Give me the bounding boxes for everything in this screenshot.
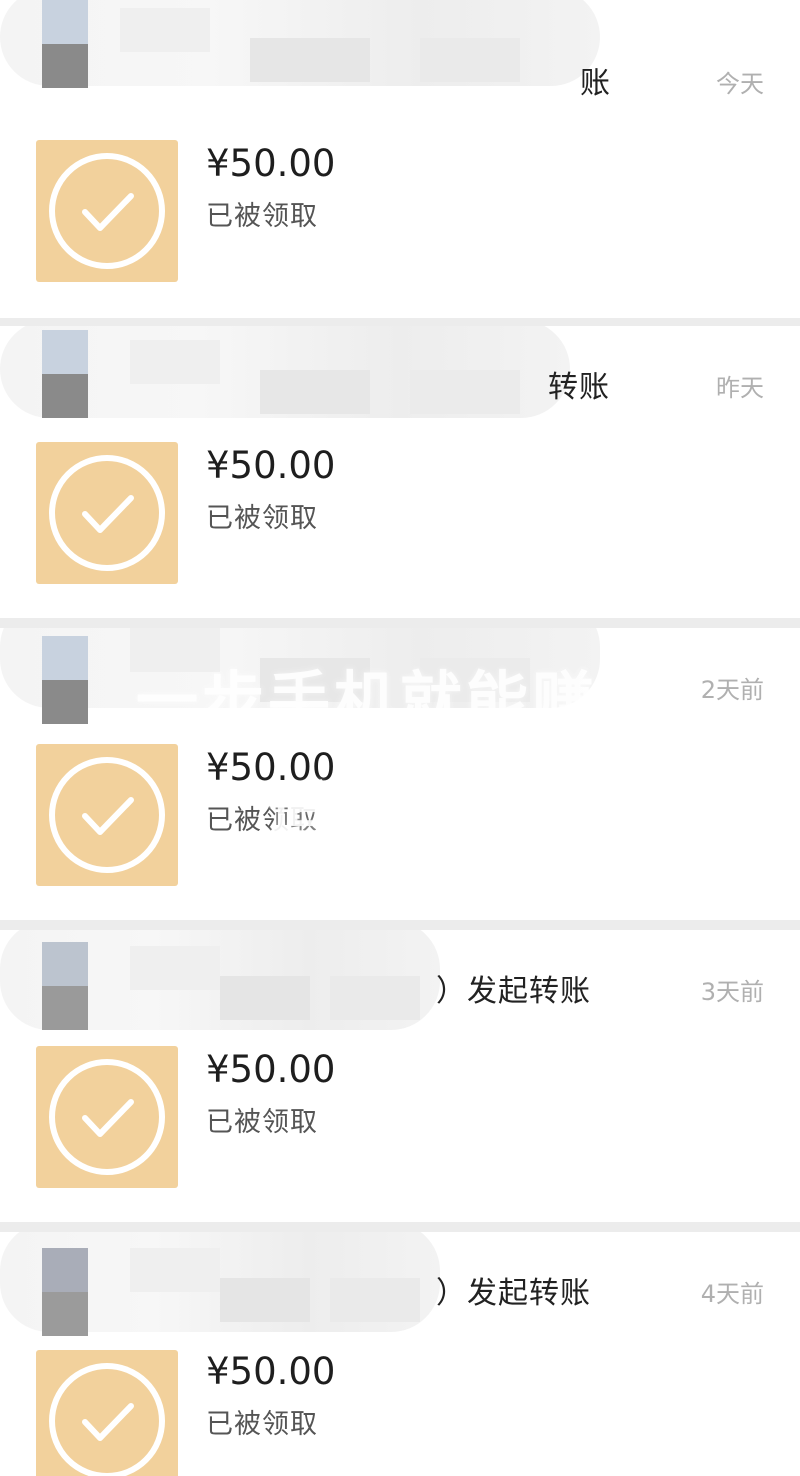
amount: ¥50.00 (206, 1048, 336, 1091)
card-header: ）发起转账 3天前 (0, 930, 800, 1040)
status-text: 已被领取 (206, 201, 318, 232)
status-text: 已被领取 (206, 1107, 318, 1138)
card-time: 昨天 (716, 374, 764, 402)
transfer-card[interactable]: ）发起转账 4天前 ¥50.00 已被领取 (0, 1232, 800, 1476)
card-time: 今天 (716, 70, 764, 98)
avatar (42, 330, 88, 418)
overlay-caption-line2: 适合宝妈 (267, 774, 532, 847)
transfer-card[interactable]: 账 今天 ¥50.00 已被领取 (0, 0, 800, 318)
card-title: 转账 (548, 370, 610, 405)
check-circle-icon (36, 140, 178, 282)
check-circle-icon (36, 1350, 178, 1476)
card-header: 账 今天 (0, 0, 800, 101)
avatar (42, 942, 88, 1030)
transfer-card[interactable]: 转账 昨天 ¥50.00 已被领取 (0, 326, 800, 618)
card-title: 账 (580, 66, 611, 101)
card-title: ）发起转账 (436, 1276, 591, 1311)
check-circle-icon (36, 442, 178, 584)
amount: ¥50.00 (206, 444, 336, 487)
amount: ¥50.00 (206, 142, 336, 185)
avatar (42, 0, 88, 88)
check-circle-icon (36, 1046, 178, 1188)
amount: ¥50.00 (206, 1350, 336, 1393)
card-header: 转账 昨天 (0, 326, 800, 436)
blurred-sender (0, 0, 600, 86)
card-header: ）发起转账 4天前 (0, 1232, 800, 1342)
avatar (42, 1248, 88, 1336)
overlay-caption-line1: 一步手机就能赚钱 (135, 664, 664, 737)
card-time: 3天前 (700, 978, 764, 1006)
transfer-card[interactable]: ）发起转账 3天前 ¥50.00 已被领取 (0, 930, 800, 1222)
card-time: 4天前 (700, 1280, 764, 1308)
card-title: ）发起转账 (436, 974, 591, 1009)
status-text: 已被领取 (206, 1409, 318, 1440)
status-text: 已被领取 (206, 503, 318, 534)
